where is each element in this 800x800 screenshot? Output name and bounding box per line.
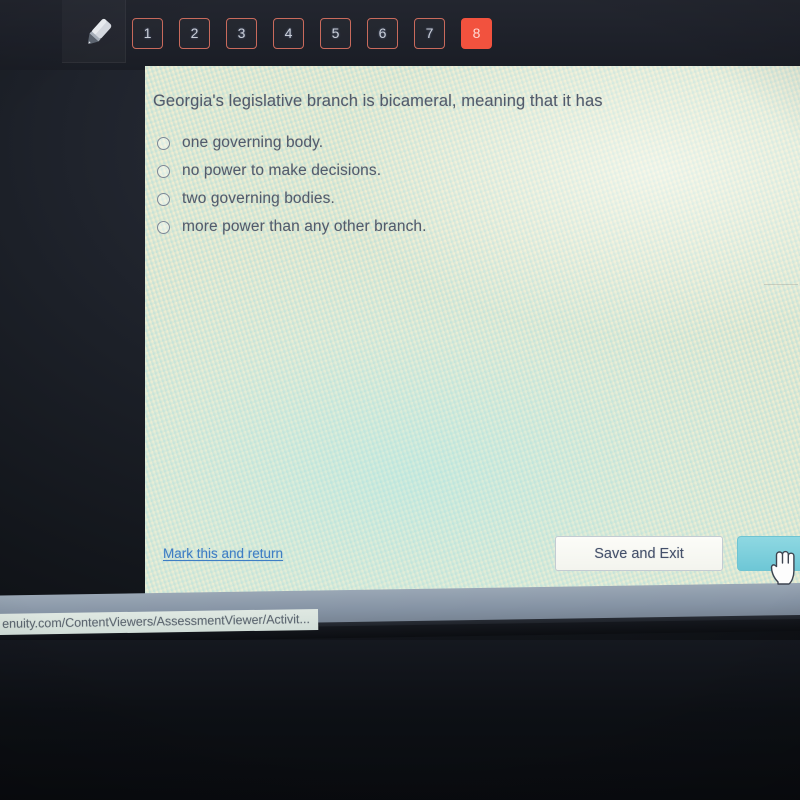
radio-button-icon[interactable] <box>157 192 170 206</box>
mark-this-and-return-link[interactable]: Mark this and return <box>163 546 283 561</box>
answer-option-1[interactable]: one governing body. <box>157 134 427 152</box>
question-number-nav: 1 2 3 4 5 6 7 8 <box>132 17 492 49</box>
question-button-5[interactable]: 5 <box>320 17 351 49</box>
question-button-4-label: 4 <box>284 25 293 41</box>
desk-background <box>0 640 800 800</box>
assessment-panel-inner: Georgia's legislative branch is bicamera… <box>145 66 800 594</box>
question-button-6[interactable]: 6 <box>367 17 398 49</box>
mouse-hand-cursor-icon <box>770 550 795 585</box>
answer-option-4[interactable]: more power than any other branch. <box>157 218 427 236</box>
screenshot-root: 1 2 3 4 5 6 7 8 Georgia's legislative br… <box>0 0 800 800</box>
question-button-3[interactable]: 3 <box>226 17 257 49</box>
answer-options-list: one governing body. no power to make dec… <box>157 134 427 236</box>
answer-option-3-label: two governing bodies. <box>182 190 335 207</box>
save-and-exit-button[interactable]: Save and Exit <box>555 536 723 571</box>
panel-edge-mark <box>764 284 798 285</box>
question-button-7[interactable]: 7 <box>414 17 445 49</box>
question-button-8-label: 8 <box>472 25 481 41</box>
radio-button-icon[interactable] <box>157 136 170 150</box>
assessment-content-panel: Georgia's legislative branch is bicamera… <box>145 66 800 594</box>
question-button-3-label: 3 <box>237 25 246 41</box>
question-button-7-label: 7 <box>425 25 434 41</box>
radio-button-icon[interactable] <box>157 164 170 178</box>
answer-option-2-label: no power to make decisions. <box>182 162 382 179</box>
save-and-exit-label: Save and Exit <box>594 545 684 562</box>
question-button-6-label: 6 <box>378 25 387 41</box>
question-toolbar: 1 2 3 4 5 6 7 8 <box>0 0 800 68</box>
question-button-5-label: 5 <box>331 25 340 41</box>
question-button-4[interactable]: 4 <box>273 17 304 49</box>
question-button-2-label: 2 <box>190 25 199 41</box>
question-button-2[interactable]: 2 <box>179 17 210 49</box>
answer-option-1-label: one governing body. <box>182 134 324 151</box>
question-button-1[interactable]: 1 <box>132 17 163 49</box>
answer-option-4-label: more power than any other branch. <box>182 218 427 235</box>
question-button-8[interactable]: 8 <box>461 17 492 49</box>
answer-option-2[interactable]: no power to make decisions. <box>157 162 427 180</box>
question-prompt: Georgia's legislative branch is bicamera… <box>153 92 603 110</box>
radio-button-icon[interactable] <box>157 220 170 234</box>
highlighter-pencil-icon[interactable] <box>78 14 118 52</box>
question-button-1-label: 1 <box>143 25 152 41</box>
assessment-action-row: Mark this and return Save and Exit <box>145 534 800 574</box>
answer-option-3[interactable]: two governing bodies. <box>157 190 427 208</box>
